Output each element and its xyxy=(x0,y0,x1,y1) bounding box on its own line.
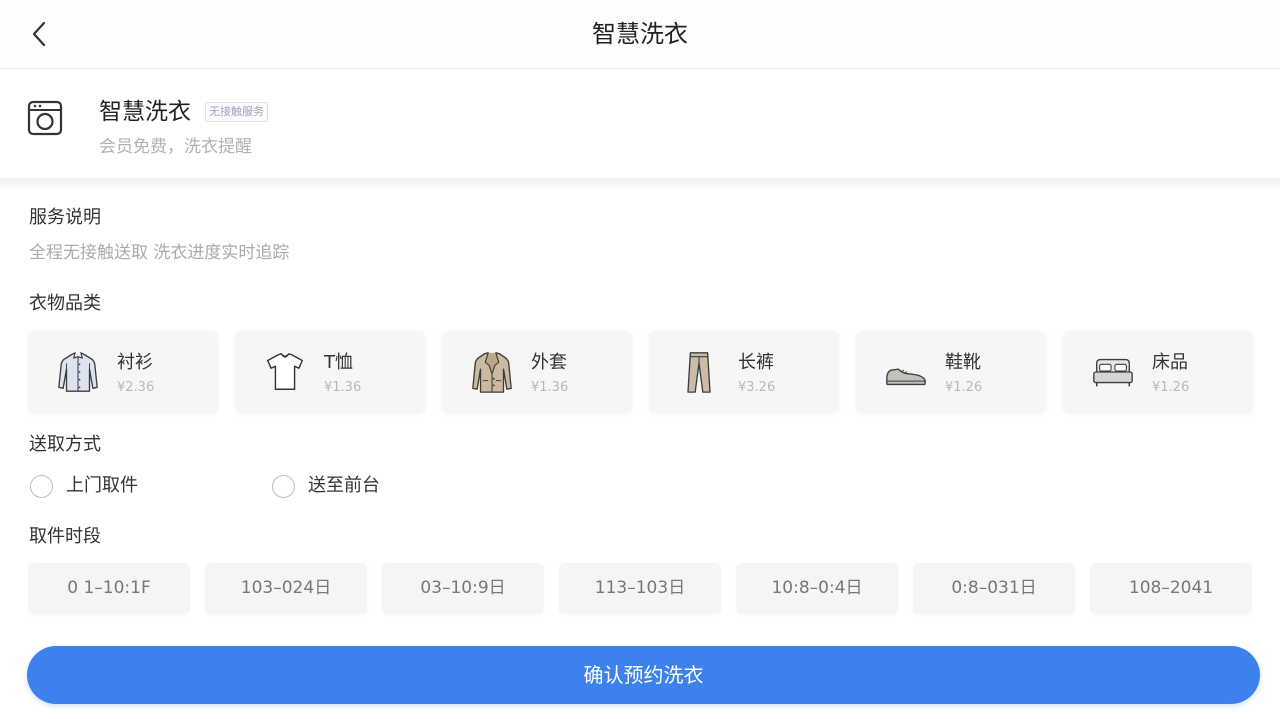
radio-button[interactable] xyxy=(30,474,53,498)
pants-icon xyxy=(687,352,711,393)
delivery-option-pickup[interactable]: 上门取件 xyxy=(30,474,138,498)
delivery-option-label: 上门取件 xyxy=(66,475,138,496)
jacket-icon xyxy=(472,352,512,393)
time-slot[interactable]: 03–10:9日 xyxy=(382,563,544,614)
category-name: 衬衫 xyxy=(117,352,153,373)
confirm-booking-button[interactable]: 确认预约洗衣 xyxy=(27,646,1260,704)
time-slot[interactable]: 103–024日 xyxy=(205,563,367,614)
category-price: ¥1.26 xyxy=(945,380,983,395)
category-card-pants[interactable]: 长裤 ¥3.26 xyxy=(649,331,839,413)
category-card-shoes[interactable]: 鞋靴 ¥1.26 xyxy=(856,331,1046,413)
bed-icon xyxy=(1093,358,1133,387)
service-subtitle: 会员免费，洗衣提醒 xyxy=(99,137,252,157)
time-slot[interactable]: 0:8–031日 xyxy=(913,563,1075,614)
time-slot[interactable]: 108–2041 xyxy=(1090,563,1252,614)
category-name: 床品 xyxy=(1152,352,1188,373)
category-card-tshirt[interactable]: T恤 ¥1.36 xyxy=(235,331,425,413)
category-price: ¥2.36 xyxy=(117,380,155,395)
category-price: ¥1.36 xyxy=(324,380,362,395)
category-card-jacket[interactable]: 外套 ¥1.36 xyxy=(442,331,632,413)
contactless-tag: 无接触服务 xyxy=(205,102,268,122)
service-title: 智慧洗衣 xyxy=(99,99,191,125)
time-slot[interactable]: 113–103日 xyxy=(559,563,721,614)
delivery-option-label: 送至前台 xyxy=(308,475,380,496)
page-title: 智慧洗衣 xyxy=(592,20,688,48)
service-description-heading: 服务说明 xyxy=(29,207,101,228)
back-button[interactable] xyxy=(26,19,52,49)
categories-heading: 衣物品类 xyxy=(29,293,101,314)
time-slot[interactable]: 0 1–10:1F xyxy=(28,563,190,614)
category-list: 衬衫 ¥2.36 T恤 ¥1.36 外套 ¥1.36 长裤 ¥3.26 鞋靴 ¥… xyxy=(28,331,1253,413)
category-name: 外套 xyxy=(531,352,567,373)
chevron-left-icon xyxy=(32,21,46,47)
category-price: ¥1.26 xyxy=(1152,380,1190,395)
category-price: ¥3.26 xyxy=(738,380,776,395)
shoe-icon xyxy=(886,368,926,386)
delivery-option-front-desk[interactable]: 送至前台 xyxy=(272,474,380,498)
time-slots-heading: 取件时段 xyxy=(29,526,101,547)
service-description-text: 全程无接触送取 洗衣进度实时追踪 xyxy=(29,243,290,263)
category-price: ¥1.36 xyxy=(531,380,569,395)
top-bar: 智慧洗衣 xyxy=(0,0,1280,69)
section-divider xyxy=(0,178,1280,189)
washing-machine-icon xyxy=(27,100,63,136)
category-name: 鞋靴 xyxy=(945,352,981,373)
category-card-shirt[interactable]: 衬衫 ¥2.36 xyxy=(28,331,218,413)
tshirt-icon xyxy=(267,353,303,390)
category-name: T恤 xyxy=(324,352,353,373)
time-slot-list: 0 1–10:1F 103–024日 03–10:9日 113–103日 10:… xyxy=(28,563,1252,614)
radio-button[interactable] xyxy=(272,474,295,498)
delivery-heading: 送取方式 xyxy=(29,434,101,455)
category-card-bedding[interactable]: 床品 ¥1.26 xyxy=(1063,331,1253,413)
shirt-icon xyxy=(58,352,98,392)
time-slot[interactable]: 10:8–0:4日 xyxy=(736,563,898,614)
category-name: 长裤 xyxy=(738,352,774,373)
